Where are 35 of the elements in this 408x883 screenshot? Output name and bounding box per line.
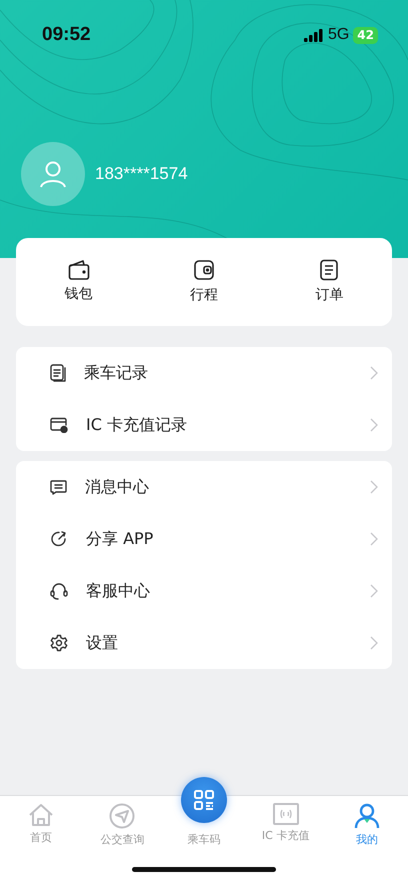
signal-icon <box>304 28 324 42</box>
card-reader-icon <box>272 803 299 825</box>
battery-indicator: 42 <box>353 26 378 44</box>
tab[interactable]: 我的 <box>326 772 408 850</box>
quick-action[interactable]: 钱包 <box>16 238 142 326</box>
menu-item[interactable]: 客服中心 <box>86 579 370 603</box>
menu-item[interactable]: 乘车记录 <box>84 361 370 385</box>
share-icon <box>50 530 68 548</box>
menu-item[interactable]: 设置 <box>86 631 370 655</box>
home-icon <box>28 803 54 827</box>
chevron-right-icon <box>370 418 378 432</box>
headset-icon <box>50 582 68 600</box>
wallet-icon <box>192 258 215 280</box>
user-icon <box>354 803 380 829</box>
message-icon <box>50 480 67 494</box>
send-circle-icon <box>109 803 136 829</box>
menu-item[interactable]: 消息中心 <box>85 475 370 499</box>
qr-code-icon <box>180 777 227 823</box>
wallet-icon <box>68 260 90 280</box>
status-time: 09:52 <box>42 22 91 47</box>
chevron-right-icon <box>370 636 378 650</box>
phone-number: 183****1574 <box>95 163 188 186</box>
network-type: 5G <box>328 25 350 45</box>
card-clock-icon <box>50 417 68 433</box>
chevron-right-icon <box>370 366 378 380</box>
settings-icon <box>50 634 68 652</box>
document-icon <box>319 258 340 280</box>
chevron-right-icon <box>370 584 378 598</box>
menu-item[interactable]: IC 卡充值记录 <box>86 413 370 437</box>
quick-action[interactable]: 行程 <box>141 238 267 326</box>
menu-item[interactable]: 分享 APP <box>86 527 370 551</box>
chevron-right-icon <box>370 480 378 494</box>
chevron-right-icon <box>370 532 378 546</box>
records-icon <box>50 364 66 382</box>
quick-action[interactable]: 订单 <box>266 238 392 326</box>
